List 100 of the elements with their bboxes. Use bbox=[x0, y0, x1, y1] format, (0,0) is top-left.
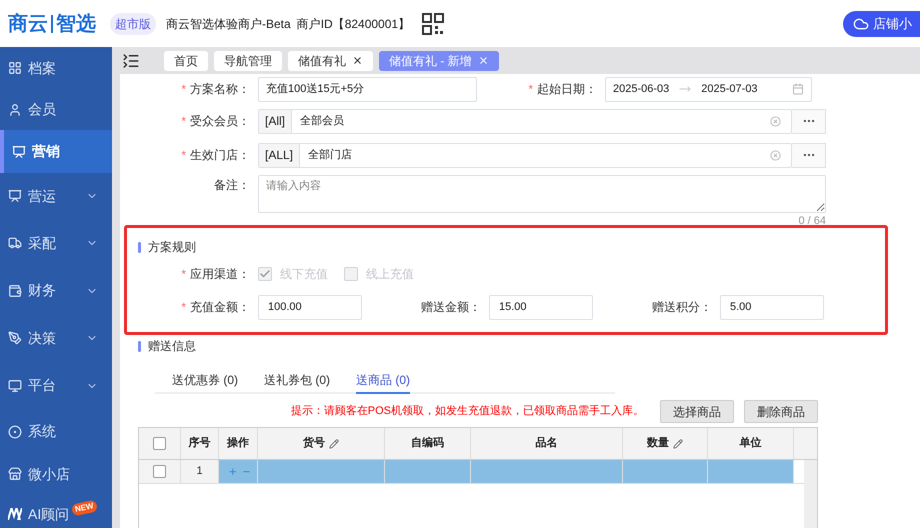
page-tab[interactable]: 储值有礼 bbox=[288, 50, 373, 70]
checkbox[interactable] bbox=[153, 465, 166, 478]
new-badge: NEW bbox=[71, 499, 98, 516]
date-text: 2025-07-03 bbox=[701, 82, 758, 97]
required-asterisk: * bbox=[181, 81, 186, 98]
select-field[interactable]: [ALL] 全部门店 bbox=[258, 142, 792, 168]
clear-icon[interactable] bbox=[770, 116, 781, 126]
checkbox-label: 线下充值 bbox=[280, 266, 328, 283]
edition-badge: 超市版 bbox=[110, 12, 156, 34]
action-button[interactable]: 选择商品 bbox=[660, 400, 734, 423]
date-text: 2025-06-03 bbox=[613, 82, 670, 97]
scope-prefix: [ALL] bbox=[259, 144, 300, 166]
sidebar-item[interactable]: 档案 bbox=[0, 47, 112, 89]
menu-icon bbox=[8, 284, 22, 298]
field-value: 全部门店 bbox=[308, 148, 354, 163]
menu-icon bbox=[8, 467, 22, 481]
field-label: 充值金额： bbox=[190, 299, 250, 316]
sidebar-item[interactable]: 平台 bbox=[0, 362, 112, 409]
select-field[interactable]: [All] 全部会员 bbox=[258, 108, 792, 134]
column-header: 单位 bbox=[708, 428, 794, 459]
required-asterisk: * bbox=[181, 147, 186, 164]
sidebar-item[interactable]: 财务 bbox=[0, 267, 112, 314]
field-label: 备注： bbox=[214, 177, 250, 194]
remark-textarea[interactable]: 请输入内容 bbox=[258, 175, 826, 213]
menu-label: 营销 bbox=[32, 142, 60, 161]
field-label: 生效门店： bbox=[190, 147, 250, 164]
field-label: 起始日期： bbox=[537, 81, 597, 98]
required-asterisk: * bbox=[181, 113, 186, 130]
required-asterisk: * bbox=[181, 266, 186, 283]
menu-icon bbox=[8, 378, 22, 392]
sidebar-item[interactable]: 营运 bbox=[0, 173, 112, 219]
menu-icon bbox=[8, 424, 22, 438]
close-icon[interactable] bbox=[352, 55, 363, 66]
edit-icon bbox=[329, 438, 339, 448]
calendar-icon bbox=[792, 83, 804, 95]
store-button[interactable]: 店铺小 bbox=[843, 10, 920, 36]
column-header: 货号 bbox=[258, 428, 385, 459]
section-title: 方案规则 bbox=[148, 239, 196, 256]
checkbox[interactable] bbox=[153, 437, 166, 450]
row-number: 1 bbox=[181, 460, 219, 483]
menu-label: 档案 bbox=[28, 58, 56, 78]
menu-toggle-icon[interactable] bbox=[122, 52, 140, 70]
checkbox-label: 线上充值 bbox=[366, 266, 414, 283]
logo-text: 商云 bbox=[8, 12, 48, 36]
input-field[interactable]: 5.00 bbox=[720, 294, 824, 320]
sidebar-item[interactable]: 系统 bbox=[0, 409, 112, 454]
input-field[interactable]: 15.00 bbox=[489, 294, 593, 320]
table-row[interactable]: 1 + − bbox=[139, 460, 804, 484]
qr-code-icon[interactable] bbox=[422, 12, 444, 34]
sidebar-item[interactable]: 决策 bbox=[0, 314, 112, 362]
field-label: 赠送金额： bbox=[421, 299, 481, 316]
sidebar-item[interactable]: 营销 bbox=[0, 130, 112, 173]
edit-icon bbox=[673, 438, 683, 448]
section-title: 赠送信息 bbox=[148, 338, 196, 355]
field-label: 受众会员： bbox=[190, 113, 250, 130]
menu-icon bbox=[8, 331, 22, 345]
logo-text: 智选 bbox=[56, 12, 96, 36]
required-asterisk: * bbox=[528, 81, 533, 98]
menu-icon bbox=[12, 144, 26, 158]
input-field[interactable]: 100.00 bbox=[258, 294, 362, 320]
sidebar-item[interactable]: 微小店 bbox=[0, 454, 112, 494]
column-header: 数量 bbox=[623, 428, 708, 459]
menu-label: 决策 bbox=[28, 328, 56, 348]
menu-label: 采配 bbox=[28, 234, 56, 252]
gift-tab[interactable]: 送优惠券 (0) bbox=[172, 371, 238, 394]
field-label: 赠送积分： bbox=[652, 299, 712, 316]
date-range-field[interactable]: 2025-06-03 2025-07-03 bbox=[605, 76, 812, 102]
required-asterisk: * bbox=[181, 299, 186, 316]
menu-label: AI顾问 bbox=[28, 504, 70, 524]
column-header: 操作 bbox=[219, 428, 258, 459]
column-header: 品名 bbox=[471, 428, 623, 459]
input-field[interactable]: 充值100送15元+5分 bbox=[258, 76, 477, 102]
menu-icon bbox=[8, 102, 22, 116]
menu-label: 微小店 bbox=[28, 464, 70, 484]
merchant-name: 商云智选体验商户-Beta bbox=[166, 16, 291, 32]
field-label: 方案名称： bbox=[190, 81, 250, 98]
page-tab[interactable]: 首页 bbox=[164, 50, 208, 70]
action-button[interactable]: 删除商品 bbox=[744, 400, 818, 423]
hint-text: 提示：请顾客在POS机领取，如发生充值退款，已领取商品需手工入库。 bbox=[290, 404, 644, 420]
page-tab[interactable]: 导航管理 bbox=[214, 50, 282, 70]
menu-icon bbox=[8, 236, 22, 250]
sidebar-item[interactable]: AI顾问 NEW bbox=[0, 494, 112, 528]
merchant-id: 商户ID【82400001】 bbox=[296, 16, 410, 32]
ai-logo-icon bbox=[8, 508, 22, 520]
scope-prefix: [All] bbox=[259, 110, 292, 132]
menu-icon bbox=[8, 189, 22, 203]
clear-icon[interactable] bbox=[770, 150, 781, 160]
menu-label: 平台 bbox=[28, 376, 56, 395]
gift-tab[interactable]: 送礼券包 (0) bbox=[264, 371, 330, 394]
sidebar-item[interactable]: 采配 bbox=[0, 219, 112, 267]
char-counter: 0 / 64 bbox=[798, 215, 826, 225]
section-marker bbox=[138, 242, 141, 252]
section-marker bbox=[138, 340, 141, 352]
menu-label: 系统 bbox=[28, 422, 56, 441]
field-label: 应用渠道： bbox=[190, 266, 250, 283]
gift-tab[interactable]: 送商品 (0) bbox=[356, 371, 410, 394]
menu-label: 财务 bbox=[28, 281, 56, 300]
field-value: 全部会员 bbox=[300, 114, 346, 129]
sidebar-item[interactable]: 会员 bbox=[0, 89, 112, 130]
menu-label: 营运 bbox=[28, 186, 56, 206]
